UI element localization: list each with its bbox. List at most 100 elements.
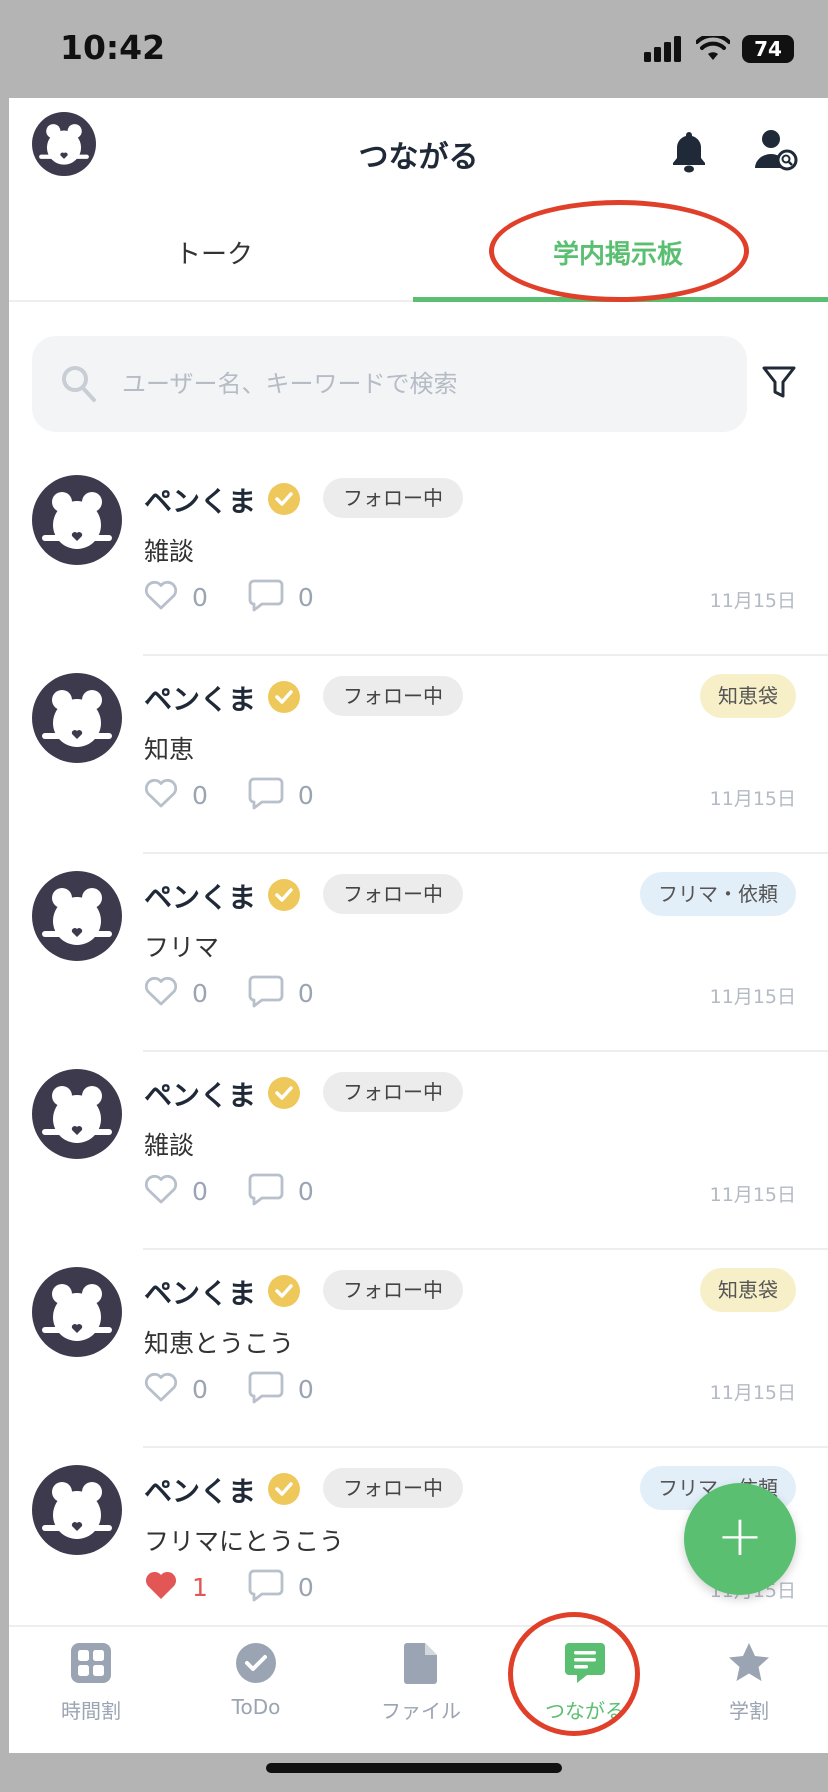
comment-icon — [248, 1173, 284, 1206]
comment-button[interactable] — [248, 1370, 284, 1408]
post-date: 11月15日 — [709, 1184, 796, 1206]
tabbar-item-discount[interactable]: 学割 — [669, 1641, 828, 1724]
post-author-name[interactable]: ペンくま — [144, 1074, 256, 1114]
comment-count: 0 — [297, 1572, 314, 1602]
post-item[interactable]: ペンくま フォロー中 知恵袋 知恵とうこう 0 0 11月15日 — [9, 1250, 828, 1448]
like-button[interactable] — [144, 1569, 178, 1605]
comment-count: 0 — [297, 978, 314, 1008]
comment-count: 0 — [297, 1176, 314, 1206]
battery-indicator: 74 — [742, 35, 794, 63]
follow-status-badge[interactable]: フォロー中 — [323, 1270, 463, 1310]
post-author-name[interactable]: ペンくま — [144, 876, 256, 916]
category-tag[interactable]: フリマ・依頼 — [640, 872, 796, 916]
verified-badge-icon — [268, 879, 300, 911]
status-time: 10:42 — [60, 28, 166, 67]
annotation-circle-tabbar — [508, 1612, 640, 1736]
bear-avatar-icon — [42, 492, 112, 549]
post-body: 知恵 — [144, 735, 195, 764]
like-button[interactable] — [144, 579, 178, 615]
comment-icon — [248, 777, 284, 810]
heart-icon — [144, 580, 178, 610]
bell-icon[interactable] — [669, 128, 709, 174]
grid-icon — [71, 1643, 111, 1683]
heart-icon — [144, 1372, 178, 1402]
like-count: 0 — [192, 1374, 208, 1404]
heart-icon — [144, 976, 178, 1006]
follow-status-badge[interactable]: フォロー中 — [323, 1072, 463, 1112]
comment-button[interactable] — [248, 1172, 284, 1210]
post-actions: 00 — [144, 972, 354, 1014]
bear-avatar-icon — [42, 1086, 112, 1143]
comment-button[interactable] — [248, 974, 284, 1012]
verified-badge-icon — [268, 483, 300, 515]
star-icon — [729, 1643, 769, 1681]
header: つながる — [9, 98, 828, 208]
like-count: 0 — [192, 780, 208, 810]
file-icon — [404, 1643, 437, 1684]
tabbar-label: ToDo — [231, 1695, 281, 1719]
follow-status-badge[interactable]: フォロー中 — [323, 1468, 463, 1508]
app-screen: つながる トーク 学内掲示板 ペンくまフォロー中雑談0011月15日ペンくまフォ… — [9, 98, 828, 1753]
post-avatar[interactable] — [32, 871, 122, 961]
status-bar: 10:42 74 — [0, 0, 828, 98]
verified-badge-icon — [268, 681, 300, 713]
new-post-button[interactable]: + — [684, 1483, 796, 1595]
heart-filled-icon — [145, 1571, 177, 1599]
post-author-name[interactable]: ペンくま — [144, 678, 256, 718]
tab-talk[interactable]: トーク — [9, 208, 419, 302]
like-count: 1 — [192, 1572, 208, 1602]
follow-status-badge[interactable]: フォロー中 — [323, 676, 463, 716]
post-item[interactable]: ペンくま フォロー中雑談 0 0 11月15日 — [9, 1052, 828, 1250]
like-button[interactable] — [144, 1173, 178, 1209]
comment-icon — [248, 975, 284, 1008]
bear-avatar-icon — [42, 888, 112, 945]
like-button[interactable] — [144, 777, 178, 813]
filter-icon[interactable] — [761, 364, 797, 402]
like-button[interactable] — [144, 1371, 178, 1407]
post-item[interactable]: ペンくま フォロー中 フリマ・依頼 フリマ 0 0 11月15日 — [9, 854, 828, 1052]
post-author-name[interactable]: ペンくま — [144, 1470, 256, 1510]
follow-status-badge[interactable]: フォロー中 — [323, 874, 463, 914]
post-item[interactable]: ペンくま フォロー中 雑談 0 0 11月15日 — [9, 458, 828, 656]
post-avatar[interactable] — [32, 1465, 122, 1555]
comment-icon — [248, 1569, 284, 1602]
comment-button[interactable] — [248, 776, 284, 814]
post-avatar[interactable] — [32, 673, 122, 763]
post-item[interactable]: ペンくま フォロー中 知恵袋 知恵 0 0 11月15日 — [9, 656, 828, 854]
tabbar-item-timetable[interactable]: 時間割 — [11, 1641, 171, 1724]
post-actions: 00 — [144, 1368, 354, 1410]
comment-icon — [248, 579, 284, 612]
post-avatar[interactable] — [32, 475, 122, 565]
like-count: 0 — [192, 582, 208, 612]
tabbar-label: ファイル — [381, 1699, 461, 1723]
post-author-name[interactable]: ペンくま — [144, 1272, 256, 1312]
heart-icon — [144, 1174, 178, 1204]
verified-badge-icon — [268, 1275, 300, 1307]
tabbar-item-files[interactable]: ファイル — [341, 1641, 501, 1724]
search-input[interactable] — [120, 336, 720, 432]
post-avatar[interactable] — [32, 1069, 122, 1159]
search-icon — [62, 366, 96, 402]
category-tag[interactable]: 知恵袋 — [700, 1268, 796, 1312]
post-body: 雑談 — [144, 1131, 195, 1160]
like-button[interactable] — [144, 975, 178, 1011]
post-actions: 00 — [144, 576, 354, 618]
post-actions: 10 — [144, 1566, 354, 1608]
user-search-icon[interactable] — [753, 126, 799, 172]
comment-button[interactable] — [248, 1568, 284, 1606]
home-indicator — [266, 1763, 562, 1773]
like-count: 0 — [192, 978, 208, 1008]
post-feed: ペンくま フォロー中 雑談 0 0 11月15日 ペンくま フォロー中 知恵袋 知恵 0 0 11月15… — [9, 458, 828, 1646]
comment-button[interactable] — [248, 578, 284, 616]
like-count: 0 — [192, 1176, 208, 1206]
comment-count: 0 — [297, 780, 314, 810]
bottom-tab-bar: 時間割 ToDo ファイル つながる 学割 — [9, 1625, 828, 1753]
check-circle-icon — [236, 1643, 276, 1683]
category-tag[interactable]: 知恵袋 — [700, 674, 796, 718]
post-avatar[interactable] — [32, 1267, 122, 1357]
post-author-name[interactable]: ペンくま — [144, 480, 256, 520]
tabbar-item-todo[interactable]: ToDo — [176, 1641, 336, 1719]
follow-status-badge[interactable]: フォロー中 — [323, 478, 463, 518]
status-icons: 74 — [644, 32, 794, 66]
annotation-circle-tab — [489, 200, 749, 302]
